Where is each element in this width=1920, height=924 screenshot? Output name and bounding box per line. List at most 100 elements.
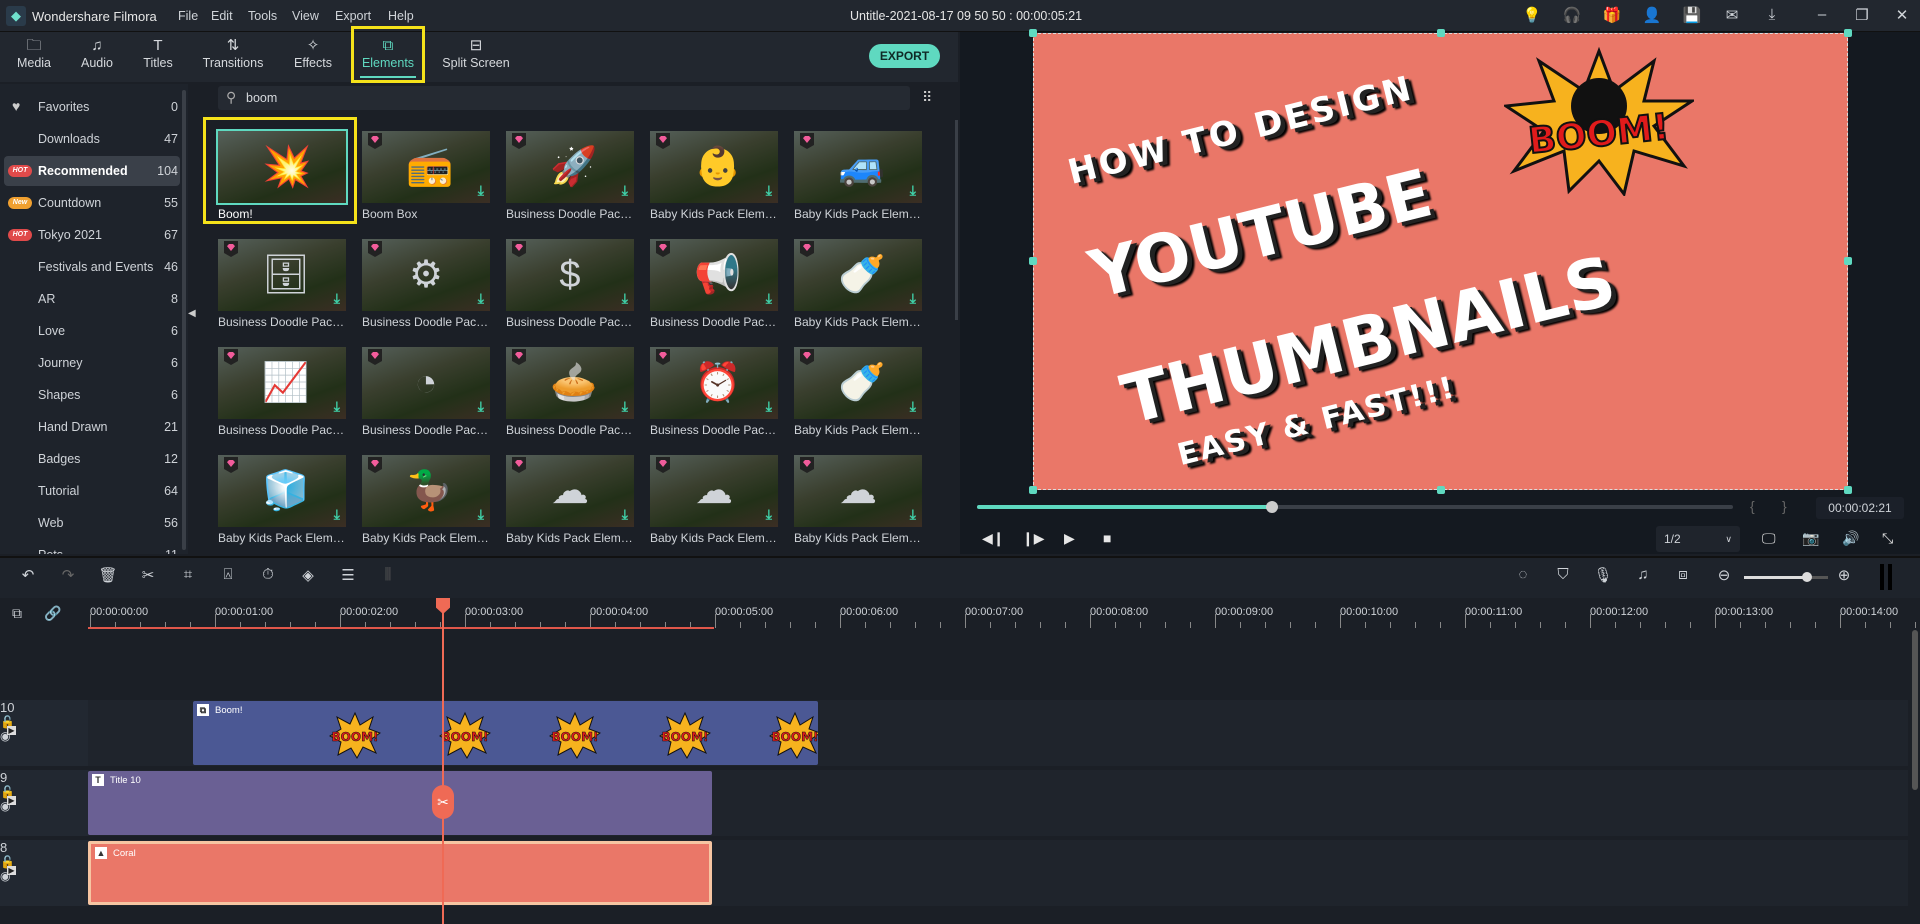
delete-icon[interactable]: 🗑 — [98, 566, 118, 584]
sidebar-item-tokyo-2021[interactable]: HOT Tokyo 2021 67 — [4, 220, 180, 250]
timeline-clip-title[interactable]: T Title 10 — [88, 771, 712, 835]
download-icon[interactable]: ⤓ — [766, 290, 772, 307]
stop-icon[interactable]: ■ — [1103, 530, 1111, 546]
timeline-scrollbar[interactable] — [1912, 630, 1918, 790]
fullscreen-icon[interactable]: ⤡ — [1882, 530, 1893, 547]
element-tile[interactable]: 🥧 ⤓ Business Doodle Pack... — [506, 347, 634, 447]
sidebar-item-tutorial[interactable]: Tutorial 64 — [4, 476, 180, 506]
sidebar-scrollbar[interactable] — [182, 90, 186, 550]
timeline-clip-image[interactable]: ▲ Coral — [88, 841, 712, 905]
tab-media[interactable]: 🗀 Media — [10, 36, 58, 78]
download-icon[interactable]: ⤓ — [478, 290, 484, 307]
mail-icon[interactable]: ✉ — [1722, 6, 1742, 24]
minimize-icon[interactable]: – — [1812, 6, 1832, 23]
resize-handle[interactable] — [1029, 257, 1037, 265]
element-tile[interactable]: 🧊 ⤓ Baby Kids Pack Eleme... — [218, 455, 346, 555]
add-track-icon[interactable]: ⧉ — [12, 605, 22, 622]
menu-view[interactable]: View — [292, 9, 319, 23]
mark-out-icon[interactable]: } — [1782, 498, 1787, 514]
download-icon[interactable]: ⤓ — [622, 398, 628, 415]
element-tile[interactable]: ◔ ⤓ Business Doodle Pack... — [362, 347, 490, 447]
resize-handle[interactable] — [1437, 29, 1445, 37]
cut-icon[interactable]: ✂ — [138, 566, 158, 584]
zoom-in-icon[interactable]: ⊕ — [1834, 566, 1854, 584]
resize-handle[interactable] — [1029, 486, 1037, 494]
element-tile[interactable]: 🍼 ⤓ Baby Kids Pack Eleme... — [794, 239, 922, 339]
sidebar-item-shapes[interactable]: Shapes 6 — [4, 380, 180, 410]
account-icon[interactable]: 👤 — [1642, 6, 1662, 24]
download-icon[interactable]: ⤓ — [910, 398, 916, 415]
element-tile[interactable]: 📈 ⤓ Business Doodle Pack... — [218, 347, 346, 447]
resize-handle[interactable] — [1844, 257, 1852, 265]
resize-handle[interactable] — [1029, 29, 1037, 37]
collapse-sidebar-icon[interactable]: ◀ — [188, 308, 196, 319]
resize-handle[interactable] — [1844, 29, 1852, 37]
tab-transitions[interactable]: ⇅ Transitions — [200, 36, 266, 78]
previous-frame-icon[interactable]: ◀❙ — [982, 530, 1005, 547]
download-icon[interactable]: ⤓ — [766, 506, 772, 523]
redo-icon[interactable]: ↷ — [58, 566, 78, 584]
search-box[interactable]: ⚲ — [218, 86, 910, 110]
download-icon[interactable]: ⤓ — [622, 290, 628, 307]
grid-scrollbar[interactable] — [955, 120, 958, 320]
save-icon[interactable]: 💾 — [1682, 6, 1702, 24]
sidebar-item-ar[interactable]: AR 8 — [4, 284, 180, 314]
download-icon[interactable]: ⤓ — [334, 290, 340, 307]
element-tile[interactable]: 🗄 ⤓ Business Doodle Pack... — [218, 239, 346, 339]
download-icon[interactable]: ⤓ — [478, 182, 484, 199]
sidebar-item-recommended[interactable]: HOT Recommended 104 — [4, 156, 180, 186]
tab-titles[interactable]: T Titles — [140, 36, 176, 78]
sidebar-item-countdown[interactable]: New Countdown 55 — [4, 188, 180, 218]
quality-select[interactable]: 1/2 ∨ — [1656, 526, 1740, 552]
sidebar-item-favorites[interactable]: ♥ Favorites 0 — [4, 92, 180, 122]
crop-icon[interactable]: ⌗ — [178, 566, 198, 583]
mark-in-icon[interactable]: { — [1750, 498, 1755, 514]
sidebar-item-downloads[interactable]: Downloads 47 — [4, 124, 180, 154]
element-tile[interactable]: 🍼 ⤓ Baby Kids Pack Eleme... — [794, 347, 922, 447]
sidebar-item-pets[interactable]: Pets 11 — [4, 540, 180, 554]
microphone-icon[interactable]: 🎙 — [1593, 566, 1613, 584]
resize-handle[interactable] — [1437, 486, 1445, 494]
element-tile[interactable]: ☁ ⤓ Baby Kids Pack Eleme... — [506, 455, 634, 555]
menu-edit[interactable]: Edit — [211, 9, 233, 23]
preview-canvas[interactable]: HOW TO DESIGN YOUTUBE THUMBNAILS EASY & … — [1033, 33, 1848, 490]
download-icon[interactable]: ⤓ — [766, 182, 772, 199]
download-icon[interactable]: ⤓ — [334, 506, 340, 523]
sidebar-item-badges[interactable]: Badges 12 — [4, 444, 180, 474]
restore-icon[interactable]: ❐ — [1852, 6, 1872, 24]
element-tile[interactable]: 📢 ⤓ Business Doodle Pack... — [650, 239, 778, 339]
snapshot-icon[interactable]: 📷 — [1802, 530, 1819, 547]
menu-help[interactable]: Help — [388, 9, 414, 23]
menu-export[interactable]: Export — [335, 9, 371, 23]
panel-toggle-icon[interactable] — [1880, 564, 1892, 590]
element-tile[interactable]: 🦆 ⤓ Baby Kids Pack Eleme... — [362, 455, 490, 555]
element-tile[interactable]: 🚙 ⤓ Baby Kids Pack Eleme... — [794, 131, 922, 231]
element-tile[interactable]: ⚙ ⤓ Business Doodle Pack... — [362, 239, 490, 339]
download-icon[interactable]: ⤓ — [1762, 6, 1782, 23]
keyframe-icon[interactable]: ◈ — [298, 566, 318, 584]
sidebar-item-festivals-and-events[interactable]: Festivals and Events 46 — [4, 252, 180, 282]
grid-view-icon[interactable]: ⠿ — [922, 89, 932, 106]
audio-mixer-icon[interactable]: ♫ — [1633, 566, 1653, 583]
download-icon[interactable]: ⤓ — [478, 398, 484, 415]
split-scissors-icon[interactable]: ✂ — [432, 785, 454, 819]
fit-timeline-icon[interactable]: ⧈ — [1673, 566, 1693, 583]
link-icon[interactable]: 🔗 — [44, 605, 61, 622]
tab-audio[interactable]: ♫ Audio — [76, 36, 118, 78]
scrubber-knob[interactable] — [1265, 501, 1278, 513]
tab-split-screen[interactable]: ⊟ Split Screen — [440, 36, 512, 78]
element-tile[interactable]: ⏰ ⤓ Business Doodle Pack... — [650, 347, 778, 447]
sidebar-item-hand-drawn[interactable]: Hand Drawn 21 — [4, 412, 180, 442]
tab-effects[interactable]: ✧ Effects — [290, 36, 336, 78]
sidebar-item-journey[interactable]: Journey 6 — [4, 348, 180, 378]
menu-tools[interactable]: Tools — [248, 9, 277, 23]
element-tile[interactable]: $ ⤓ Business Doodle Pack... — [506, 239, 634, 339]
speed-icon[interactable]: ⏱ — [258, 566, 278, 583]
timeline-clip-element[interactable]: ⧉ Boom! BOOM! BOOM! BOOM! BOOM! BOOM! — [193, 701, 818, 765]
export-button[interactable]: EXPORT — [869, 44, 940, 68]
download-icon[interactable]: ⤓ — [478, 506, 484, 523]
marker-icon[interactable]: ⛉ — [1553, 566, 1573, 583]
element-tile[interactable]: 📻 ⤓ Boom Box — [362, 131, 490, 231]
download-icon[interactable]: ⤓ — [766, 398, 772, 415]
element-tile[interactable]: 🚀 ⤓ Business Doodle Pack... — [506, 131, 634, 231]
